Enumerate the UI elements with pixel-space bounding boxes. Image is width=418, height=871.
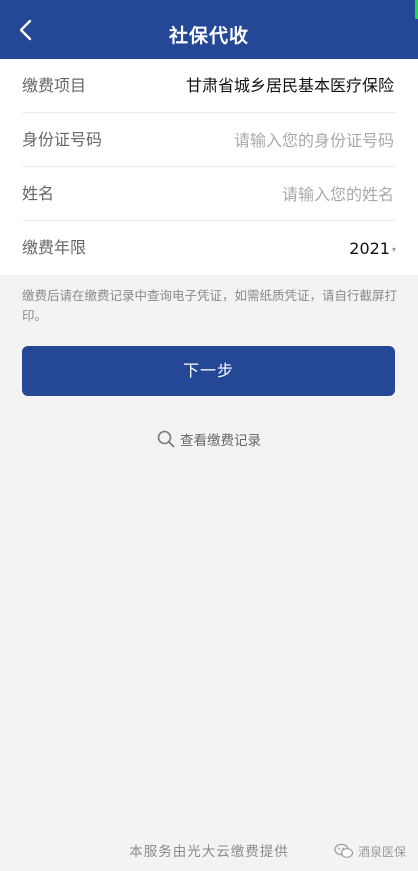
page-title: 社保代收 (168, 25, 249, 47)
next-step-button[interactable]: 下一步 (22, 346, 395, 396)
watermark-text: 酒泉医保 (357, 844, 406, 859)
id-number-label: 身份证号码 (22, 130, 103, 149)
payment-year-label: 缴费年限 (22, 238, 87, 257)
id-number-input[interactable] (174, 125, 394, 155)
search-icon (157, 430, 175, 448)
wechat-icon (334, 843, 354, 858)
payment-year-value: 2021 (349, 238, 390, 258)
name-label: 姓名 (22, 184, 55, 203)
payment-year-row: 缴费年限 2021 ▾ (22, 221, 396, 275)
top-nav-bar: 社保代收 (0, 0, 418, 59)
account-watermark: 酒泉医保 (334, 841, 406, 861)
payment-year-select[interactable]: 2021 ▾ (349, 221, 396, 275)
payment-form: 缴费项目 甘肃省城乡居民基本医疗保险 身份证号码 姓名 缴费年限 2021 ▾ (0, 59, 418, 275)
name-row: 姓名 (22, 167, 396, 221)
payment-item-label: 缴费项目 (22, 76, 87, 95)
id-number-row: 身份证号码 (22, 113, 396, 167)
view-payment-records-link[interactable]: 查看缴费记录 (0, 428, 418, 450)
caret-down-icon: ▾ (391, 244, 396, 254)
payment-notice: 缴费后请在缴费记录中查询电子凭证，如需纸质凭证，请自行截屏打印。 (22, 288, 398, 323)
view-payment-records-label: 查看缴费记录 (180, 433, 261, 449)
payment-item-value: 甘肃省城乡居民基本医疗保险 (185, 76, 394, 95)
name-input[interactable] (174, 179, 394, 209)
payment-item-row[interactable]: 缴费项目 甘肃省城乡居民基本医疗保险 (22, 59, 396, 113)
